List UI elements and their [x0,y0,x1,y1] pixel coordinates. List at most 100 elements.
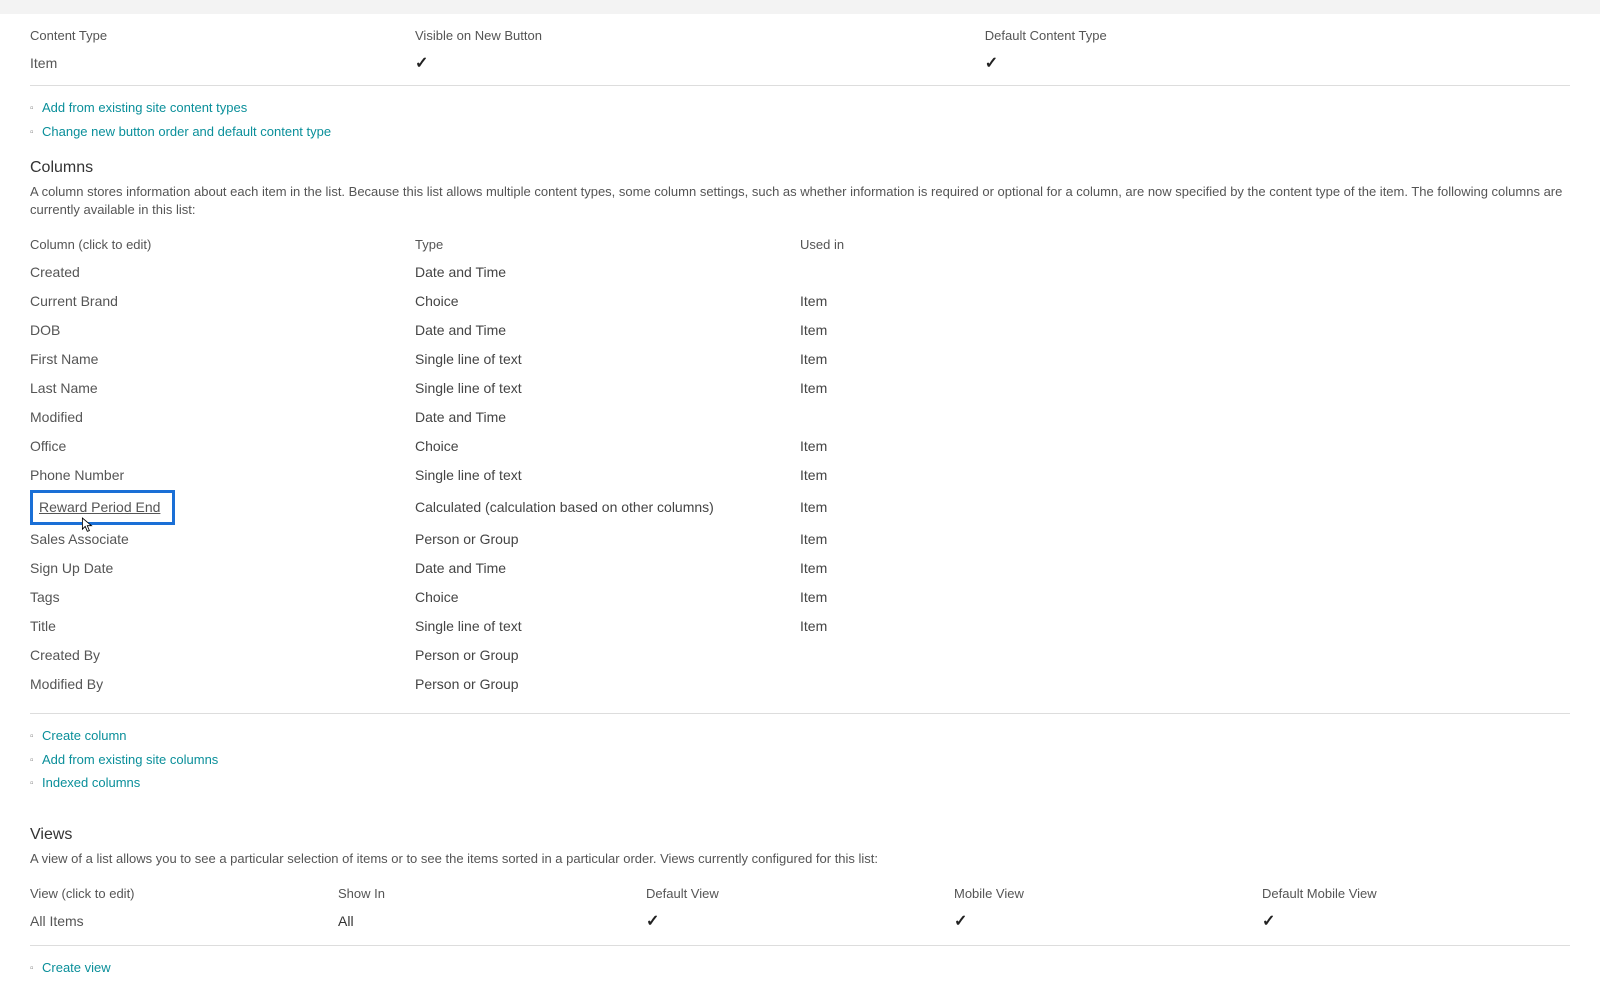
view-header-mobile: Mobile View [954,880,1262,907]
column-link-office[interactable]: Office [30,438,66,454]
create-column-link[interactable]: Create column [42,728,127,743]
col-header-type: Type [415,231,800,258]
column-type: Date and Time [415,403,800,432]
column-type: Choice [415,583,800,612]
check-icon: ✓ [415,55,428,72]
column-type: Person or Group [415,525,800,554]
create-view-link[interactable]: Create view [42,960,111,975]
column-row: Created By Person or Group [30,641,1570,670]
separator [30,945,1570,946]
indexed-columns-link[interactable]: Indexed columns [42,775,140,790]
check-icon: ✓ [985,55,998,72]
column-usedin: Item [800,374,1570,403]
ct-header-visible: Visible on New Button [415,24,985,49]
column-usedin: Item [800,316,1570,345]
column-link-salesassociate[interactable]: Sales Associate [30,531,129,547]
column-type: Date and Time [415,554,800,583]
add-existing-columns-link[interactable]: Add from existing site columns [42,752,218,767]
column-link-createdby[interactable]: Created By [30,647,100,663]
highlight-box: Reward Period End [30,490,175,525]
column-usedin [800,258,1570,287]
view-header-name: View (click to edit) [30,880,338,907]
column-usedin [800,641,1570,670]
check-icon: ✓ [954,913,967,930]
column-type: Choice [415,432,800,461]
column-type: Single line of text [415,345,800,374]
column-link-title[interactable]: Title [30,618,56,634]
column-row: Sales Associate Person or Group Item [30,525,1570,554]
change-button-order-link[interactable]: Change new button order and default cont… [42,124,331,139]
view-links: Create view [30,958,1570,978]
column-row: Phone Number Single line of text Item [30,461,1570,490]
column-link-phonenumber[interactable]: Phone Number [30,467,124,483]
column-link-currentbrand[interactable]: Current Brand [30,293,118,309]
column-row: Current Brand Choice Item [30,287,1570,316]
view-row: All Items All ✓ ✓ ✓ [30,907,1570,935]
column-link-modifiedby[interactable]: Modified By [30,676,103,692]
column-link-modified[interactable]: Modified [30,409,83,425]
column-usedin: Item [800,525,1570,554]
content-types-table: Content Type Visible on New Button Defau… [30,24,1570,77]
column-type: Person or Group [415,641,800,670]
column-link-signupdate[interactable]: Sign Up Date [30,560,113,576]
column-type: Person or Group [415,670,800,699]
separator [30,85,1570,86]
column-type: Single line of text [415,612,800,641]
ct-header-contenttype: Content Type [30,24,415,49]
col-header-name: Column (click to edit) [30,231,415,258]
ct-row: Item ✓ ✓ [30,49,1570,77]
column-usedin: Item [800,345,1570,374]
column-link-tags[interactable]: Tags [30,589,60,605]
column-usedin: Item [800,461,1570,490]
top-bar [0,0,1600,14]
column-row: Modified By Person or Group [30,670,1570,699]
add-existing-ct-link[interactable]: Add from existing site content types [42,100,247,115]
ct-item-link[interactable]: Item [30,55,57,71]
column-row: Last Name Single line of text Item [30,374,1570,403]
columns-title: Columns [30,159,1570,177]
column-row: DOB Date and Time Item [30,316,1570,345]
column-usedin: Item [800,287,1570,316]
views-desc: A view of a list allows you to see a par… [30,850,1570,868]
column-row: Modified Date and Time [30,403,1570,432]
column-row: Sign Up Date Date and Time Item [30,554,1570,583]
ct-links: Add from existing site content types Cha… [30,98,1570,141]
column-usedin [800,670,1570,699]
view-header-defaultmobile: Default Mobile View [1262,880,1570,907]
column-type: Single line of text [415,374,800,403]
column-type: Date and Time [415,258,800,287]
column-link-rewardperiodend[interactable]: Reward Period End [39,499,160,515]
column-row: Tags Choice Item [30,583,1570,612]
views-title: Views [30,826,1570,844]
columns-desc: A column stores information about each i… [30,183,1570,219]
column-type: Single line of text [415,461,800,490]
column-type: Choice [415,287,800,316]
column-usedin: Item [800,612,1570,641]
check-icon: ✓ [1262,913,1275,930]
column-usedin: Item [800,432,1570,461]
column-row: Title Single line of text Item [30,612,1570,641]
col-header-usedin: Used in [800,231,1570,258]
column-usedin: Item [800,583,1570,612]
column-type: Date and Time [415,316,800,345]
columns-table: Column (click to edit) Type Used in Crea… [30,231,1570,699]
column-usedin: Item [800,490,1570,525]
column-row: Office Choice Item [30,432,1570,461]
view-showin: All [338,907,646,935]
column-usedin [800,403,1570,432]
column-link-lastname[interactable]: Last Name [30,380,98,396]
ct-header-default: Default Content Type [985,24,1570,49]
separator [30,713,1570,714]
column-usedin: Item [800,554,1570,583]
column-link-firstname[interactable]: First Name [30,351,98,367]
check-icon: ✓ [646,913,659,930]
column-row-highlighted: Reward Period End Calculated (calculatio… [30,490,1570,525]
column-row: First Name Single line of text Item [30,345,1570,374]
view-header-showin: Show In [338,880,646,907]
view-header-default: Default View [646,880,954,907]
column-links: Create column Add from existing site col… [30,726,1570,793]
column-link-dob[interactable]: DOB [30,322,60,338]
column-row: Created Date and Time [30,258,1570,287]
column-type: Calculated (calculation based on other c… [415,490,800,525]
column-link-created[interactable]: Created [30,264,80,280]
